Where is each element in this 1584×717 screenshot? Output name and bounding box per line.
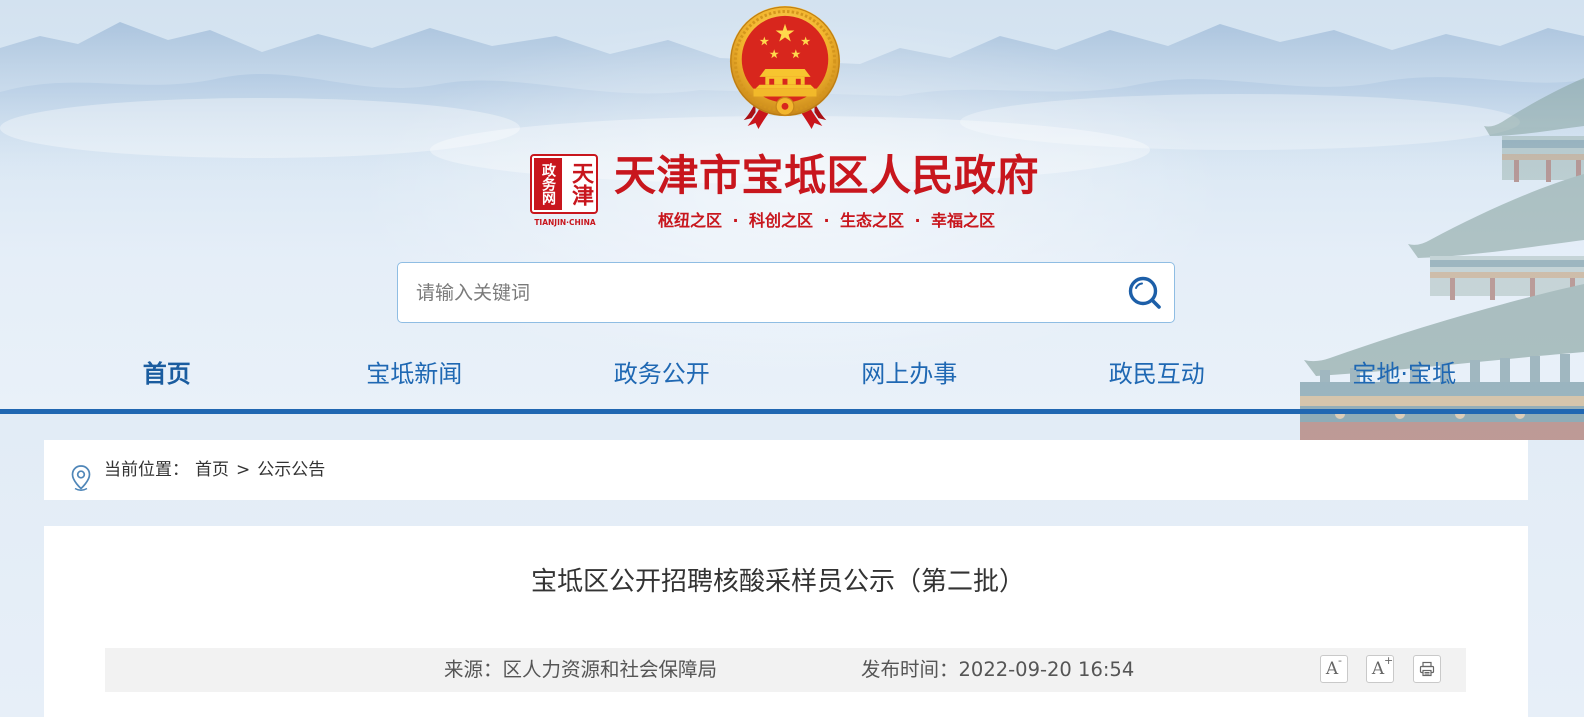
breadcrumb-trail: 当前位置： 首页 > 公示公告 <box>104 440 325 500</box>
nav-item-news[interactable]: 宝坻新闻 <box>291 352 539 396</box>
seal-right-text: 天津 <box>568 162 593 206</box>
search-input[interactable] <box>416 263 1116 322</box>
font-decrease-icon: A <box>1325 659 1339 679</box>
search-icon <box>1128 276 1161 309</box>
print-button[interactable] <box>1413 655 1441 683</box>
site-title[interactable]: 天津市宝坻区人民政府 <box>614 150 1039 202</box>
article-panel: 宝坻区公开招聘核酸采样员公示（第二批） 来源：区人力资源和社会保障局 发布时间：… <box>44 526 1528 717</box>
slogan-separator: · <box>823 211 830 230</box>
font-increase-mark: + <box>1384 654 1394 667</box>
source-label: 来源： <box>444 658 503 681</box>
print-icon <box>1419 661 1435 677</box>
site-slogan: 枢纽之区 · 科创之区 · 生态之区 · 幸福之区 <box>658 211 995 231</box>
slogan-item: 幸福之区 <box>931 211 996 230</box>
article-title: 宝坻区公开招聘核酸采样员公示（第二批） <box>530 567 1025 597</box>
seal-left-text: 政务网 <box>534 158 562 210</box>
seal-frame: 政务网 天津 <box>530 154 598 214</box>
breadcrumb-link-home[interactable]: 首页 <box>195 460 229 480</box>
slogan-item: 枢纽之区 <box>658 211 723 230</box>
nav-item-government-affairs[interactable]: 政务公开 <box>538 352 786 396</box>
nav-divider <box>0 409 1584 414</box>
nav-item-home[interactable]: 首页 <box>43 352 291 396</box>
location-pin-icon <box>70 457 92 491</box>
slogan-item: 生态之区 <box>840 211 905 230</box>
article-date: 发布时间：2022-09-20 16:54 <box>861 648 1134 692</box>
date-label: 发布时间： <box>861 658 959 681</box>
nav-item-interaction[interactable]: 政民互动 <box>1033 352 1281 396</box>
article-meta-bar: 来源：区人力资源和社会保障局 发布时间：2022-09-20 16:54 A- … <box>105 648 1466 692</box>
national-emblem-graphic <box>729 6 841 129</box>
search-box <box>397 262 1175 323</box>
search-button[interactable] <box>1125 274 1165 312</box>
national-emblem-icon <box>726 3 844 131</box>
article-source: 来源：区人力资源和社会保障局 <box>444 648 717 692</box>
source-value: 区人力资源和社会保障局 <box>502 658 718 681</box>
slogan-item: 科创之区 <box>749 211 814 230</box>
breadcrumb-prefix: 当前位置： <box>104 460 189 480</box>
slogan-separator: · <box>914 211 921 230</box>
page: 政务网 天津 TIANJIN·CHINA 天津市宝坻区人民政府 枢纽之区 · 科创之… <box>0 0 1584 717</box>
nav-item-online-services[interactable]: 网上办事 <box>786 352 1034 396</box>
nav-item-baodi[interactable]: 宝地·宝坻 <box>1281 352 1529 396</box>
breadcrumb-link-announcements[interactable]: 公示公告 <box>257 460 325 480</box>
font-decrease-button[interactable]: A- <box>1320 654 1348 683</box>
date-value: 2022-09-20 16:54 <box>958 658 1135 681</box>
seal-caption: TIANJIN·CHINA <box>534 218 596 227</box>
font-increase-button[interactable]: A + <box>1366 654 1394 683</box>
breadcrumb: 当前位置： 首页 > 公示公告 <box>44 440 1528 500</box>
tianjin-seal-logo[interactable]: 政务网 天津 TIANJIN·CHINA <box>530 154 600 232</box>
font-decrease-mark: - <box>1338 654 1342 667</box>
font-increase-icon: A <box>1371 659 1385 679</box>
breadcrumb-separator: > <box>236 460 251 480</box>
slogan-separator: · <box>732 211 739 230</box>
main-nav: 首页 宝坻新闻 政务公开 网上办事 政民互动 宝地·宝坻 <box>43 352 1528 396</box>
